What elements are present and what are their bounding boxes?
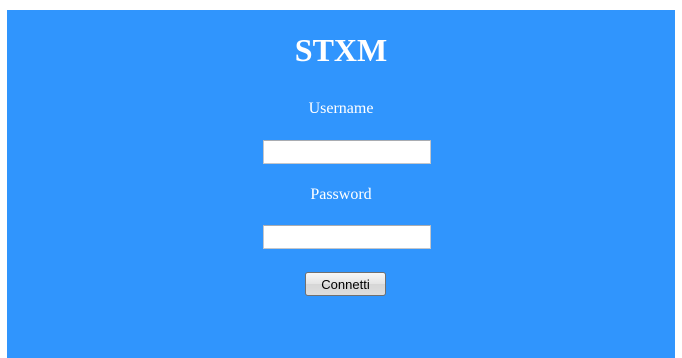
username-input[interactable] [263, 140, 431, 164]
app-title: STXM [294, 32, 388, 68]
password-label: Password [310, 186, 372, 203]
connect-button[interactable]: Connetti [305, 272, 386, 296]
password-input[interactable] [263, 225, 431, 249]
username-label: Username [308, 100, 374, 117]
